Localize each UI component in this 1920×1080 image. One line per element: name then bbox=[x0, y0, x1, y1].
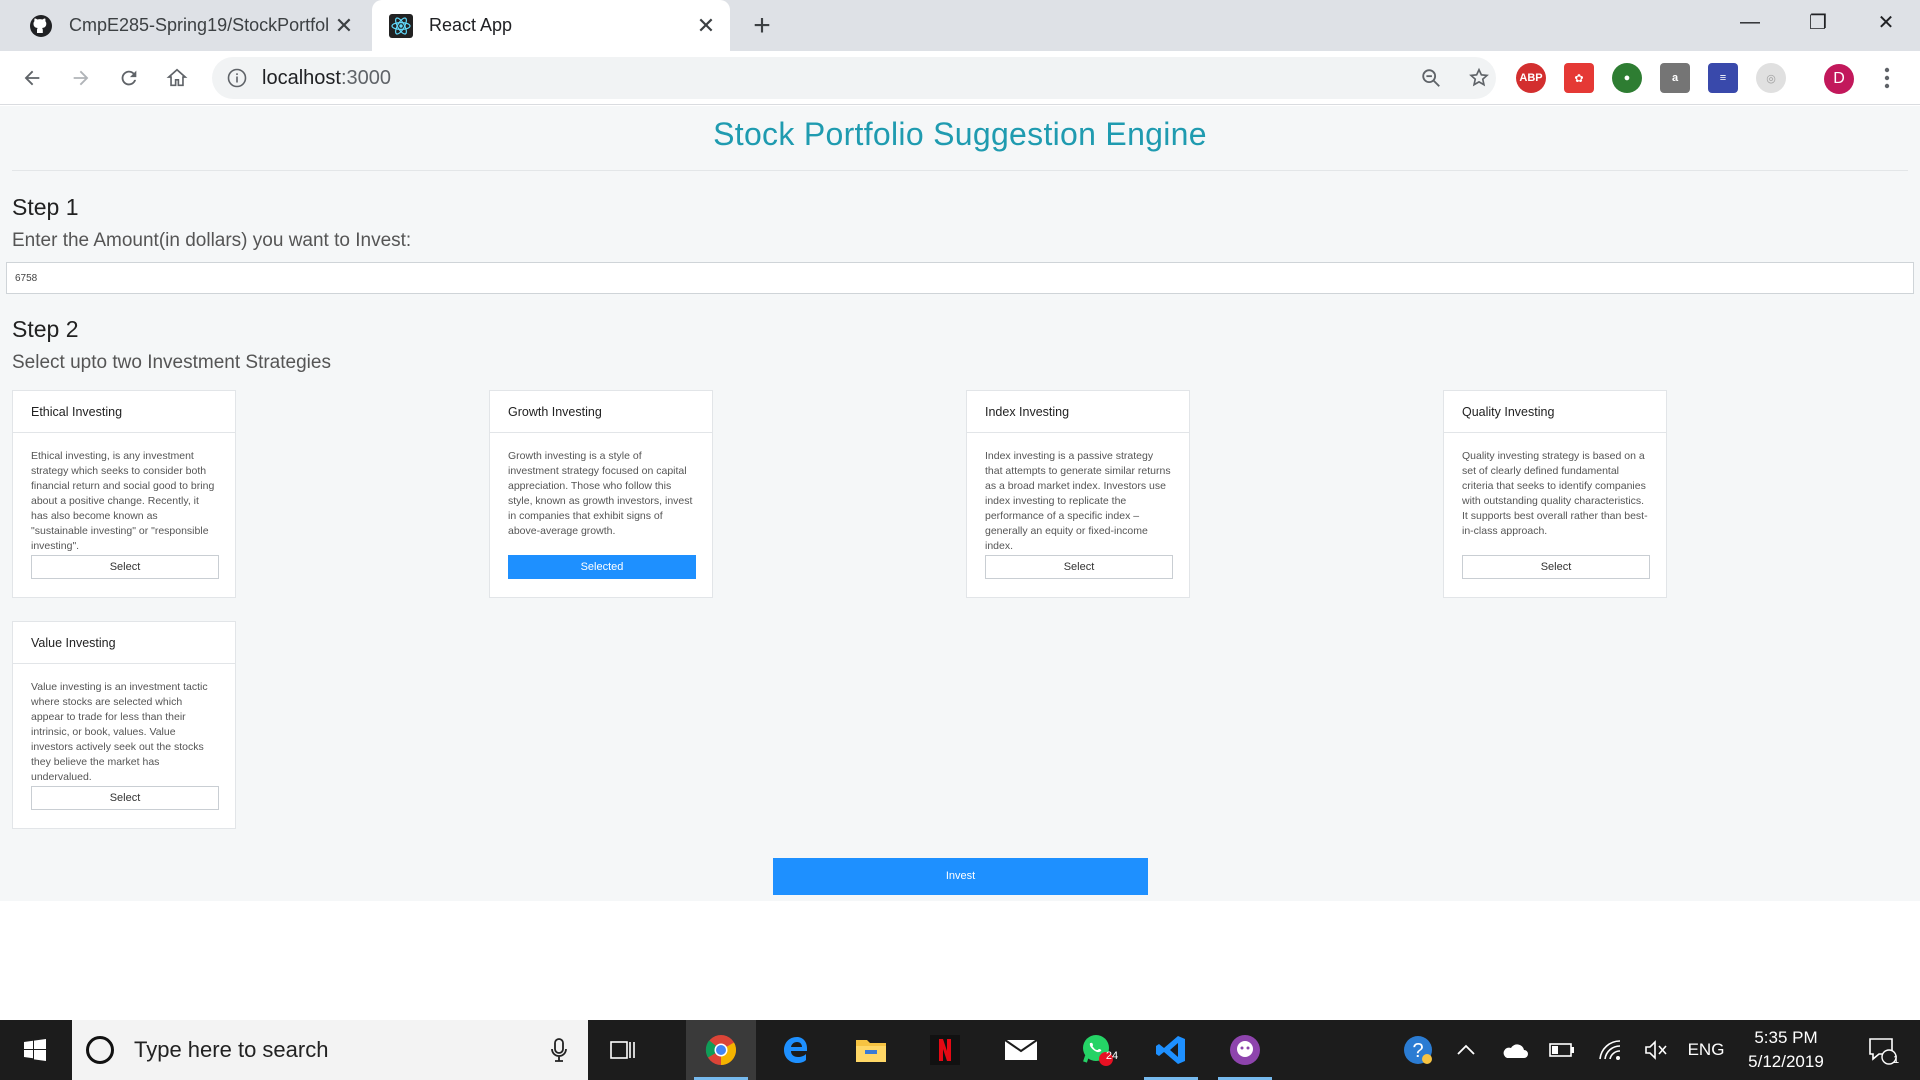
microphone-icon[interactable] bbox=[544, 1038, 574, 1062]
app-page: Stock Portfolio Suggestion Engine Step 1… bbox=[0, 106, 1920, 901]
browser-tabstrip: CmpE285-Spring19/StockPortfoli ✕ React A… bbox=[0, 0, 1920, 51]
whatsapp-badge: 24 bbox=[1105, 1050, 1119, 1062]
step2-label: Select upto two Investment Strategies bbox=[12, 352, 331, 373]
select-quality-button[interactable]: Select bbox=[1462, 555, 1650, 579]
tab-title: CmpE285-Spring19/StockPortfoli bbox=[69, 15, 328, 35]
chevron-up-icon[interactable] bbox=[1448, 1020, 1484, 1080]
home-icon[interactable] bbox=[160, 61, 194, 95]
ext-circle-icon[interactable]: ◎ bbox=[1756, 63, 1786, 93]
clock-date: 5/12/2019 bbox=[1748, 1052, 1824, 1071]
system-clock[interactable]: 5:35 PM 5/12/2019 bbox=[1726, 1026, 1846, 1074]
card-title: Ethical Investing bbox=[13, 391, 235, 433]
restore-icon[interactable]: ❐ bbox=[1784, 0, 1852, 44]
windows-start-icon[interactable] bbox=[0, 1020, 70, 1080]
svg-text:?: ? bbox=[1412, 1040, 1423, 1062]
card-title: Growth Investing bbox=[490, 391, 712, 433]
battery-icon[interactable] bbox=[1542, 1020, 1582, 1080]
card-title: Index Investing bbox=[967, 391, 1189, 433]
card-title: Quality Investing bbox=[1444, 391, 1666, 433]
github-desktop-icon[interactable] bbox=[1210, 1020, 1280, 1080]
strategy-card-value: Value Investing Value investing is an in… bbox=[12, 621, 236, 829]
ext-red-icon[interactable]: ✿ bbox=[1564, 63, 1594, 93]
strategy-card-quality: Quality Investing Quality investing stra… bbox=[1443, 390, 1667, 598]
select-index-button[interactable]: Select bbox=[985, 555, 1173, 579]
mail-icon[interactable] bbox=[986, 1020, 1056, 1080]
back-arrow-icon[interactable] bbox=[15, 61, 49, 95]
strategy-card-growth: Growth Investing Growth investing is a s… bbox=[489, 390, 713, 598]
clock-time: 5:35 PM bbox=[1754, 1028, 1818, 1047]
minimize-icon[interactable]: — bbox=[1716, 0, 1784, 44]
address-bar[interactable]: localhost:3000 bbox=[212, 57, 1496, 99]
reload-icon[interactable] bbox=[112, 61, 146, 95]
info-icon[interactable] bbox=[226, 67, 248, 89]
invest-button[interactable]: Invest bbox=[773, 858, 1148, 895]
tab-react-app[interactable]: React App ✕ bbox=[372, 0, 730, 51]
bookmark-star-icon[interactable] bbox=[1462, 61, 1496, 95]
ext-bag-icon[interactable]: a bbox=[1660, 63, 1690, 93]
task-view-icon[interactable] bbox=[588, 1020, 658, 1080]
title-divider bbox=[12, 170, 1908, 171]
url-host: localhost bbox=[262, 66, 341, 89]
url-port: :3000 bbox=[340, 66, 391, 89]
cortana-icon bbox=[86, 1036, 114, 1064]
profile-avatar[interactable]: D bbox=[1824, 64, 1854, 94]
strategy-card-ethical: Ethical Investing Ethical investing, is … bbox=[12, 390, 236, 598]
ext-green-icon[interactable]: ● bbox=[1612, 63, 1642, 93]
kebab-menu-icon[interactable] bbox=[1872, 63, 1902, 93]
wifi-icon[interactable] bbox=[1590, 1020, 1630, 1080]
notification-count: 1 bbox=[1892, 1054, 1900, 1066]
close-tab-icon[interactable]: ✕ bbox=[328, 10, 360, 42]
tab-title: React App bbox=[429, 15, 513, 35]
adblock-icon[interactable]: ABP bbox=[1516, 63, 1546, 93]
forward-arrow-icon[interactable] bbox=[64, 61, 98, 95]
step2-heading: Step 2 bbox=[12, 316, 79, 342]
zoom-icon[interactable] bbox=[1414, 61, 1448, 95]
step1-label: Enter the Amount(in dollars) you want to… bbox=[12, 230, 412, 251]
page-title: Stock Portfolio Suggestion Engine bbox=[713, 116, 1207, 152]
taskbar-search[interactable]: Type here to search bbox=[72, 1020, 588, 1080]
strategy-card-index: Index Investing Index investing is a pas… bbox=[966, 390, 1190, 598]
card-description: Growth investing is a style of investmen… bbox=[508, 450, 693, 537]
card-description: Ethical investing, is any investment str… bbox=[31, 450, 215, 552]
help-icon[interactable]: ? bbox=[1396, 1020, 1440, 1080]
select-growth-button[interactable]: Selected bbox=[508, 555, 696, 579]
new-tab-icon[interactable]: + bbox=[744, 8, 780, 44]
ext-stack-icon[interactable]: ≡ bbox=[1708, 63, 1738, 93]
close-window-icon[interactable]: ✕ bbox=[1852, 0, 1920, 44]
language-indicator[interactable]: ENG bbox=[1682, 1020, 1730, 1080]
amount-input[interactable] bbox=[6, 262, 1914, 294]
close-tab-icon[interactable]: ✕ bbox=[690, 10, 722, 42]
window-controls: — ❐ ✕ bbox=[1716, 0, 1920, 44]
card-title: Value Investing bbox=[13, 622, 235, 664]
browser-toolbar: localhost:3000 ABP ✿ ● a ≡ ◎ D bbox=[0, 51, 1920, 105]
chrome-icon[interactable] bbox=[686, 1020, 756, 1080]
netflix-icon[interactable] bbox=[910, 1020, 980, 1080]
windows-taskbar: Type here to search 24 ? ENG 5:35 PM 5/1… bbox=[0, 1020, 1920, 1080]
vscode-icon[interactable] bbox=[1136, 1020, 1206, 1080]
file-explorer-icon[interactable] bbox=[836, 1020, 906, 1080]
volume-muted-icon[interactable] bbox=[1636, 1020, 1676, 1080]
github-icon bbox=[29, 14, 53, 38]
url-text: localhost:3000 bbox=[262, 67, 391, 90]
edge-icon[interactable] bbox=[762, 1020, 832, 1080]
card-description: Quality investing strategy is based on a… bbox=[1462, 450, 1648, 537]
select-ethical-button[interactable]: Select bbox=[31, 555, 219, 579]
onedrive-icon[interactable] bbox=[1494, 1020, 1534, 1080]
whatsapp-icon[interactable]: 24 bbox=[1062, 1020, 1132, 1080]
step1-heading: Step 1 bbox=[12, 194, 79, 220]
card-description: Value investing is an investment tactic … bbox=[31, 681, 208, 783]
notifications-icon[interactable]: 1 bbox=[1852, 1020, 1912, 1080]
search-placeholder: Type here to search bbox=[134, 1037, 329, 1062]
tab-github[interactable]: CmpE285-Spring19/StockPortfoli ✕ bbox=[12, 0, 368, 51]
react-icon bbox=[389, 13, 413, 38]
select-value-button[interactable]: Select bbox=[31, 786, 219, 810]
card-description: Index investing is a passive strategy th… bbox=[985, 450, 1171, 552]
